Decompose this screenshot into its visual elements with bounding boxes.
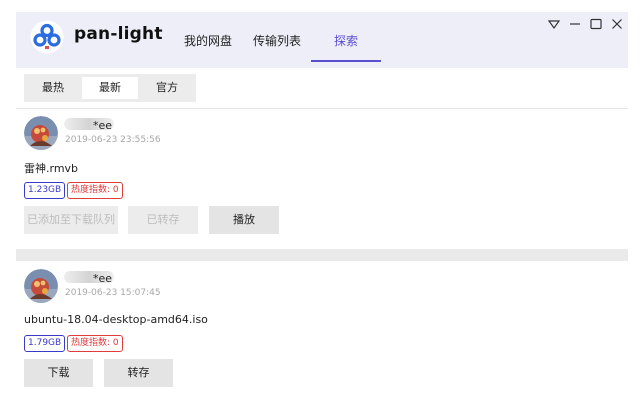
- maximize-icon[interactable]: [589, 17, 603, 31]
- hot-index-badge: 热度指数: 0: [67, 182, 123, 199]
- subtab-official[interactable]: 官方: [138, 74, 196, 102]
- share-post: *ee 2019-06-23 15:07:45 ubuntu-18.04-des…: [24, 269, 628, 394]
- app-window: pan-light 我的网盘 传输列表 探索 最热 最新 官方 *ee 2019…: [0, 0, 640, 394]
- app-logo-icon: [30, 20, 64, 54]
- minimize-icon[interactable]: [568, 17, 582, 31]
- divider: [16, 108, 628, 109]
- post-separator: [16, 249, 628, 261]
- subtab-hottest[interactable]: 最热: [24, 74, 82, 102]
- app-title: pan-light: [74, 24, 163, 44]
- dropdown-icon[interactable]: [547, 17, 561, 31]
- play-button[interactable]: 播放: [209, 206, 279, 234]
- username: *ee: [93, 272, 113, 285]
- avatar: [24, 269, 58, 303]
- saved-button[interactable]: 已转存: [128, 206, 198, 234]
- save-to-disk-button[interactable]: 转存: [104, 359, 173, 387]
- hot-index-badge: 热度指数: 0: [67, 335, 123, 352]
- username: *ee: [93, 119, 113, 132]
- tab-transfer-list[interactable]: 传输列表: [253, 32, 301, 49]
- explore-subtabs: 最热 最新 官方: [24, 74, 196, 102]
- file-name: 雷神.rmvb: [24, 162, 79, 175]
- active-tab-indicator: [311, 60, 381, 62]
- avatar: [24, 116, 58, 150]
- tab-my-disk[interactable]: 我的网盘: [184, 32, 232, 49]
- post-time: 2019-06-23 23:55:56: [65, 135, 161, 145]
- share-post: *ee 2019-06-23 23:55:56 雷神.rmvb 1.23GB 热…: [24, 116, 628, 246]
- download-button[interactable]: 下载: [24, 359, 93, 387]
- file-size-badge: 1.23GB: [24, 182, 66, 199]
- tab-explore[interactable]: 探索: [334, 32, 358, 49]
- file-size-badge: 1.79GB: [24, 335, 66, 352]
- post-time: 2019-06-23 15:07:45: [65, 288, 161, 298]
- added-to-download-queue-button[interactable]: 已添加至下载队列: [24, 206, 118, 234]
- subtab-newest[interactable]: 最新: [82, 77, 138, 99]
- close-icon[interactable]: [610, 17, 624, 31]
- file-name: ubuntu-18.04-desktop-amd64.iso: [24, 313, 208, 326]
- header: pan-light 我的网盘 传输列表 探索: [16, 12, 628, 68]
